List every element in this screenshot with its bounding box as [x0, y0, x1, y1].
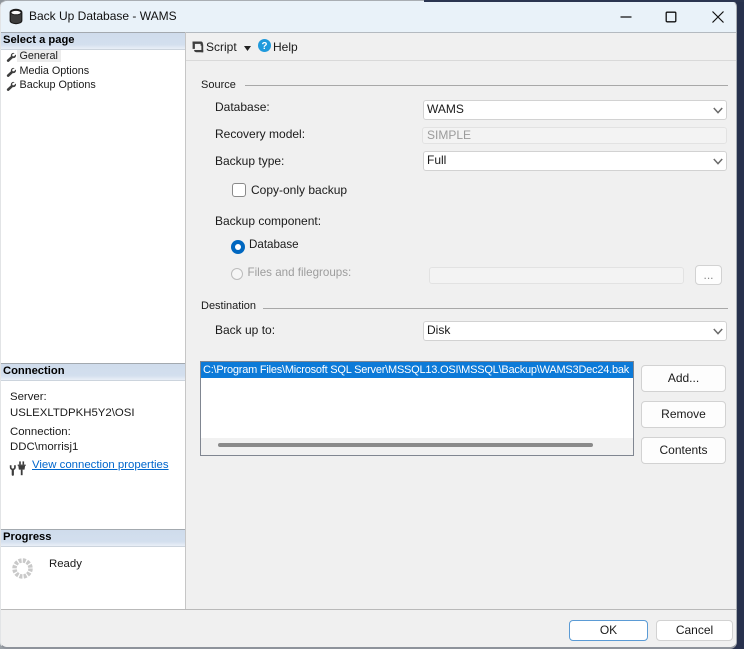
svg-text:?: ?: [262, 41, 268, 52]
